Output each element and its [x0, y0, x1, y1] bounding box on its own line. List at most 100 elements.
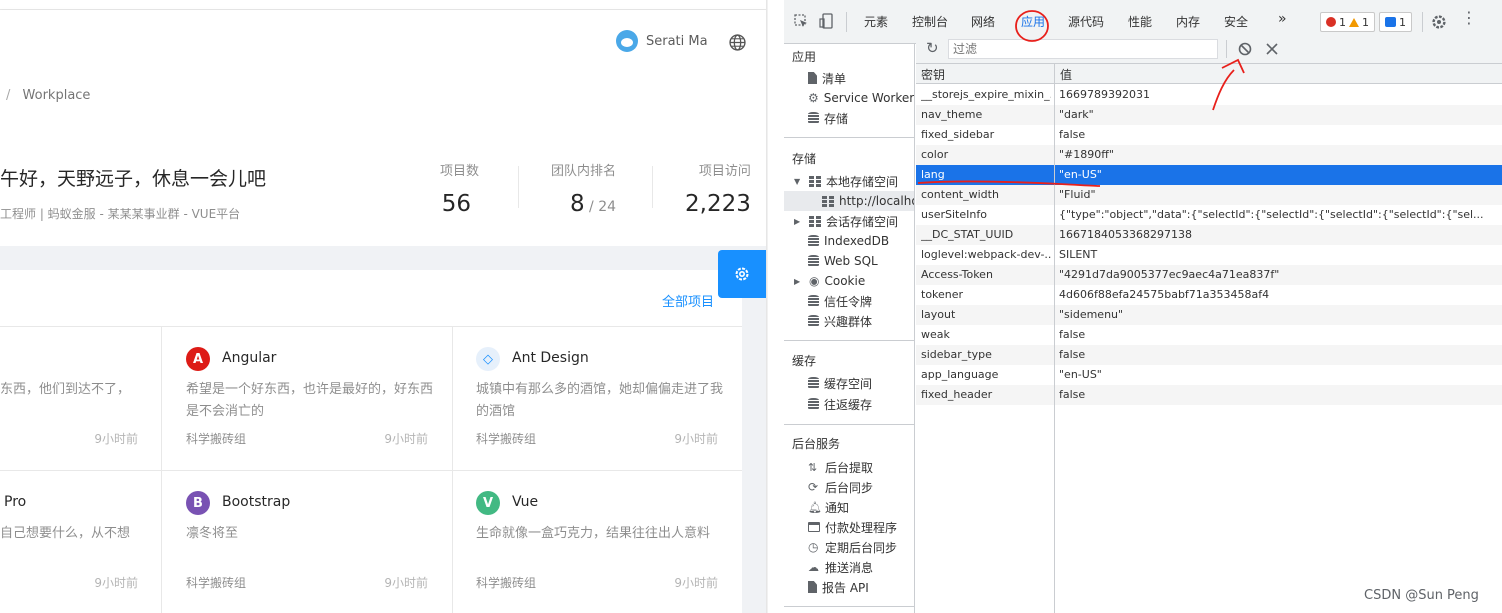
table-row[interactable]: tokener 4d606f88efa24575babf71a353458af4 — [916, 285, 1502, 305]
project-group[interactable]: 科学搬砖组 — [186, 430, 246, 447]
sidebar-item-indexeddb[interactable]: IndexedDB — [808, 232, 889, 250]
row-value: 1669789392031 — [1059, 88, 1150, 101]
sidebar-item-background-fetch[interactable]: ⇅ 后台提取 — [808, 458, 873, 476]
more-tabs-button[interactable]: » — [1278, 11, 1287, 27]
sidebar-item-localhost[interactable]: http://localhost — [822, 192, 914, 210]
sidebar-item-bfcache[interactable]: 往返缓存 — [808, 395, 872, 413]
message-count: 1 — [1399, 15, 1406, 29]
table-row[interactable]: Access-Token "4291d7da9005377ec9aec4a71ea… — [916, 265, 1502, 285]
project-card-angular[interactable]: A Angular 希望是一个好东西，也许是最好的，好东西是不会消亡的 科学搬砖… — [162, 327, 452, 471]
tab-console[interactable]: 控制台 — [912, 13, 948, 30]
page-scrollbar[interactable] — [766, 0, 768, 613]
table-row[interactable]: nav_theme "dark" — [916, 105, 1502, 125]
tab-elements[interactable]: 元素 — [864, 13, 888, 30]
delete-selected-icon[interactable] — [1266, 43, 1278, 55]
database-icon — [808, 398, 819, 410]
column-header-key[interactable]: 密钥 — [916, 64, 1054, 84]
project-title[interactable]: Angular — [222, 350, 276, 366]
device-toolbar-icon[interactable] — [819, 13, 835, 29]
filter-input[interactable] — [948, 39, 1218, 59]
project-card-bootstrap[interactable]: B Bootstrap 凛冬将至 科学搬砖组 9小时前 — [162, 471, 452, 613]
sidebar-item-local-storage[interactable]: ▼ 本地存储空间 — [794, 172, 898, 190]
project-group[interactable]: 科学搬砖组 — [186, 574, 246, 591]
database-icon — [808, 255, 819, 267]
project-group[interactable]: 科学搬砖组 — [476, 430, 536, 447]
row-value: false — [1059, 388, 1086, 401]
tab-network[interactable]: 网络 — [971, 13, 995, 30]
clear-all-icon[interactable] — [1238, 42, 1252, 56]
project-title[interactable]: Ant Design — [512, 350, 589, 366]
toolbar-divider — [1226, 40, 1227, 58]
devtools-panel: 元素 控制台 网络 应用 源代码 性能 内存 安全 » 1 1 1 ⋮ 应用 清… — [784, 0, 1502, 613]
row-key: layout — [921, 308, 956, 321]
bootstrap-icon: B — [186, 491, 210, 515]
row-key: nav_theme — [921, 108, 983, 121]
table-row[interactable]: weak false — [916, 325, 1502, 345]
divider — [784, 137, 914, 138]
project-title[interactable]: Bootstrap — [222, 494, 290, 510]
refresh-icon[interactable]: ↻ — [926, 39, 939, 57]
issues-counter[interactable]: 1 1 — [1320, 12, 1375, 32]
sidebar-item-periodic-sync[interactable]: ◷ 定期后台同步 — [808, 538, 897, 556]
project-card-ant-design[interactable]: ◇ Ant Design 城镇中有那么多的酒馆，她却偏偏走进了我的酒馆 科学搬砖… — [452, 327, 742, 471]
project-title[interactable]: Vue — [512, 494, 538, 510]
table-row[interactable]: content_width "Fluid" — [916, 185, 1502, 205]
table-row[interactable]: __storejs_expire_mixin_... 1669789392031 — [916, 85, 1502, 105]
angular-icon: A — [186, 347, 210, 371]
tab-security[interactable]: 安全 — [1224, 13, 1248, 30]
table-row[interactable]: app_language "en-US" — [916, 365, 1502, 385]
row-key: tokener — [921, 288, 964, 301]
table-row[interactable]: sidebar_type false — [916, 345, 1502, 365]
project-card[interactable]: 东西，他们到达不了， 9小时前 — [0, 327, 162, 471]
sidebar-item-storage[interactable]: 存储 — [808, 109, 848, 127]
table-row[interactable]: lang "en-US" — [916, 165, 1502, 185]
sidebar-item-manifest[interactable]: 清单 — [808, 69, 846, 87]
sidebar-item-service-workers[interactable]: ⚙ Service Workers — [808, 89, 914, 107]
settings-gear-icon[interactable] — [1431, 14, 1447, 30]
document-icon — [808, 581, 817, 593]
table-row[interactable]: fixed_sidebar false — [916, 125, 1502, 145]
table-row[interactable]: color "#1890ff" — [916, 145, 1502, 165]
column-header-value[interactable]: 值 — [1055, 64, 1502, 84]
table-row[interactable]: __DC_STAT_UUID 1667184053368297138 — [916, 225, 1502, 245]
tab-sources[interactable]: 源代码 — [1068, 13, 1104, 30]
tab-memory[interactable]: 内存 — [1176, 13, 1200, 30]
messages-counter[interactable]: 1 — [1379, 12, 1412, 32]
web-app: Serati Ma / Workplace 午好，天野远子，休息一会儿吧 工程师… — [0, 0, 768, 613]
sidebar-item-push-messaging[interactable]: ☁ 推送消息 — [808, 558, 873, 576]
kebab-menu-icon[interactable]: ⋮ — [1461, 10, 1477, 26]
database-icon — [808, 315, 819, 327]
welcome-title: 午好，天野远子，休息一会儿吧 — [0, 168, 267, 190]
row-value: 1667184053368297138 — [1059, 228, 1192, 241]
table-row[interactable]: fixed_header false — [916, 385, 1502, 405]
row-key: content_width — [921, 188, 999, 201]
stat-value: 8 / 24 — [569, 191, 617, 217]
sidebar-item-reporting-api[interactable]: 报告 API — [808, 578, 869, 596]
sidebar-item-notifications[interactable]: 🔔︎ 通知 — [808, 498, 849, 516]
sidebar-item-cookie[interactable]: ▶ ◉ Cookie — [794, 272, 865, 290]
sidebar-item-cache-storage[interactable]: 缓存空间 — [808, 374, 872, 392]
project-group[interactable]: 科学搬砖组 — [476, 574, 536, 591]
inspect-icon[interactable] — [794, 14, 809, 29]
table-row[interactable]: layout "sidemenu" — [916, 305, 1502, 325]
sync-icon: ⟳ — [808, 480, 819, 494]
project-card-pro[interactable]: Pro 自己想要什么，从不想 9小时前 — [0, 471, 162, 613]
tab-application[interactable]: 应用 — [1021, 13, 1045, 30]
sidebar-item-background-sync[interactable]: ⟳ 后台同步 — [808, 478, 873, 496]
sidebar-item-interest-groups[interactable]: 兴趣群体 — [808, 312, 872, 330]
table-row[interactable]: loglevel:webpack-dev-... SILENT — [916, 245, 1502, 265]
tab-performance[interactable]: 性能 — [1128, 13, 1152, 30]
all-projects-link[interactable]: 全部项目 — [662, 291, 714, 310]
sidebar-item-session-storage[interactable]: ▶ 会话存储空间 — [794, 212, 898, 230]
user-menu[interactable]: Serati Ma — [616, 30, 708, 52]
sidebar-item-web-sql[interactable]: Web SQL — [808, 252, 878, 270]
arrows-updown-icon: ⇅ — [808, 460, 818, 474]
globe-icon[interactable] — [729, 34, 746, 51]
sidebar-item-trust-tokens[interactable]: 信任令牌 — [808, 292, 872, 310]
project-card-vue[interactable]: V Vue 生命就像一盒巧克力，结果往往出人意料 科学搬砖组 9小时前 — [452, 471, 742, 613]
gear-icon: ⚙ — [808, 91, 819, 105]
sidebar-item-payment-handler[interactable]: 付款处理程序 — [808, 518, 897, 536]
settings-drawer-button[interactable] — [718, 250, 766, 298]
project-title[interactable]: Pro — [4, 494, 26, 510]
table-row[interactable]: userSiteInfo {"type":"object","data":{"se… — [916, 205, 1502, 225]
